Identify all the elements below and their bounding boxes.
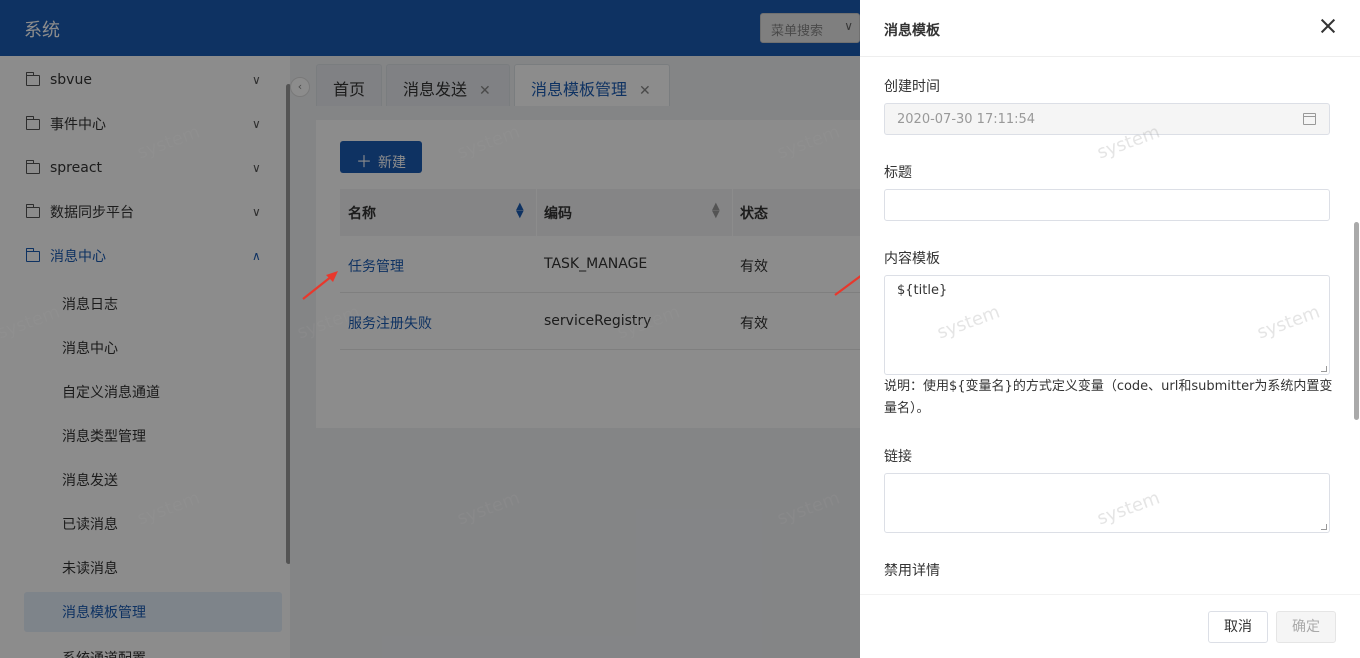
annotation-arrow: [302, 271, 338, 300]
link-label: 链接: [884, 449, 912, 465]
close-icon[interactable]: [1318, 16, 1338, 36]
disable-detail-label: 禁用详情: [884, 563, 940, 579]
content-template-textarea[interactable]: ${title}: [884, 275, 1330, 375]
cancel-button[interactable]: 取消: [1208, 611, 1268, 643]
resize-handle[interactable]: [1321, 366, 1327, 372]
calendar-icon: [1303, 113, 1316, 125]
created-time-label: 创建时间: [884, 79, 940, 95]
template-drawer: 消息模板 创建时间 2020-07-30 17:11:54 标题 内容模板 ${…: [860, 0, 1360, 658]
content-template-value: ${title}: [897, 283, 948, 298]
drawer-title: 消息模板: [884, 23, 940, 39]
title-input[interactable]: [884, 189, 1330, 221]
drawer-header: 消息模板: [860, 0, 1360, 57]
content-template-label: 内容模板: [884, 251, 940, 267]
drawer-scrollbar[interactable]: [1354, 222, 1359, 420]
link-textarea[interactable]: [884, 473, 1330, 533]
confirm-button[interactable]: 确定: [1276, 611, 1336, 643]
created-time-value: 2020-07-30 17:11:54: [897, 112, 1036, 127]
modal-overlay[interactable]: [0, 0, 860, 658]
title-label: 标题: [884, 165, 912, 181]
drawer-footer: 取消 确定: [860, 594, 1360, 658]
content-template-note: 说明：使用${变量名}的方式定义变量（code、url和submitter为系统…: [884, 379, 1333, 416]
resize-handle[interactable]: [1321, 524, 1327, 530]
created-time-field: 2020-07-30 17:11:54: [884, 103, 1330, 135]
